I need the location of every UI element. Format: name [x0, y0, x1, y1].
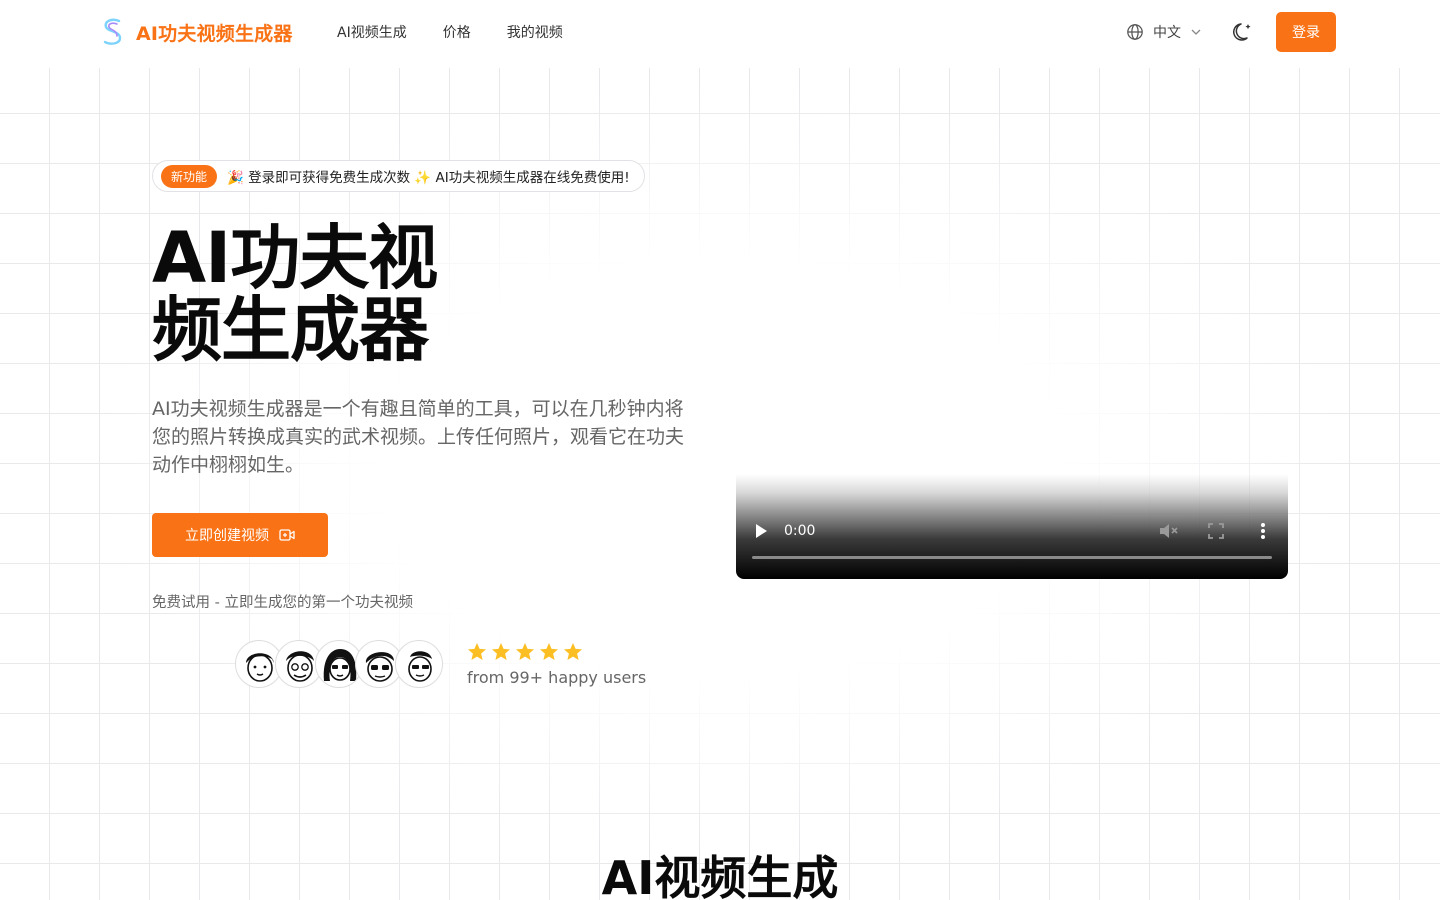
rating-text: from 99+ happy users: [467, 667, 647, 687]
fullscreen-icon[interactable]: [1208, 523, 1224, 539]
section-title: AI视频生成: [601, 851, 839, 900]
login-button[interactable]: 登录: [1276, 12, 1336, 52]
logo-text: AI功夫视频生成器: [136, 22, 293, 45]
volume-muted-icon[interactable]: [1158, 522, 1178, 540]
new-feature-badge: 新功能: [161, 164, 218, 188]
hero-content: 新功能 🎉 登录即可获得免费生成次数 ✨ AI功夫视频生成器在线免费使用! AI…: [152, 160, 712, 612]
rating-stars: [467, 642, 646, 662]
star-icon: [468, 642, 486, 660]
nav-item-ai-video[interactable]: AI视频生成: [337, 22, 407, 42]
language-selector[interactable]: 中文: [1126, 22, 1202, 42]
moon-icon[interactable]: [1232, 20, 1254, 44]
nav-item-pricing[interactable]: 价格: [443, 22, 471, 42]
create-video-label: 立即创建视频: [185, 528, 269, 544]
user-avatars: [235, 640, 443, 688]
free-trial-note: 免费试用 - 立即生成您的第一个功夫视频: [152, 595, 413, 611]
create-video-button[interactable]: 立即创建视频: [152, 513, 328, 557]
video-progress-track[interactable]: [752, 556, 1272, 559]
video-player[interactable]: 0:00: [736, 474, 1288, 579]
logo-icon: [103, 18, 122, 45]
main-nav: AI视频生成 价格 我的视频: [337, 22, 563, 42]
video-camera-icon: [279, 529, 295, 541]
rating: from 99+ happy users: [467, 642, 646, 687]
star-icon: [516, 642, 534, 660]
avatar: [395, 640, 443, 688]
chevron-down-icon: [1191, 29, 1201, 35]
hero-title: AI功夫视频生成器: [152, 217, 438, 371]
logo[interactable]: AI功夫视频生成器: [100, 17, 293, 47]
nav-item-my-videos[interactable]: 我的视频: [507, 22, 563, 42]
top-header: AI功夫视频生成器 AI视频生成 价格 我的视频 中文 登录: [0, 0, 1440, 68]
video-time: 0:00: [784, 523, 816, 539]
social-proof: from 99+ happy users: [235, 640, 646, 688]
play-icon[interactable]: [754, 523, 768, 539]
star-icon: [492, 642, 510, 660]
announcement-banner[interactable]: 新功能 🎉 登录即可获得免费生成次数 ✨ AI功夫视频生成器在线免费使用!: [152, 160, 645, 192]
language-label: 中文: [1153, 25, 1181, 41]
star-icon: [540, 642, 558, 660]
globe-icon: [1127, 24, 1143, 40]
hero-description: AI功夫视频生成器是一个有趣且简单的工具，可以在几秒钟内将您的照片转换成真实的武…: [152, 398, 685, 476]
announcement-text: 🎉 登录即可获得免费生成次数 ✨ AI功夫视频生成器在线免费使用!: [227, 170, 630, 186]
star-icon: [564, 642, 582, 660]
more-options-icon[interactable]: [1260, 522, 1266, 540]
